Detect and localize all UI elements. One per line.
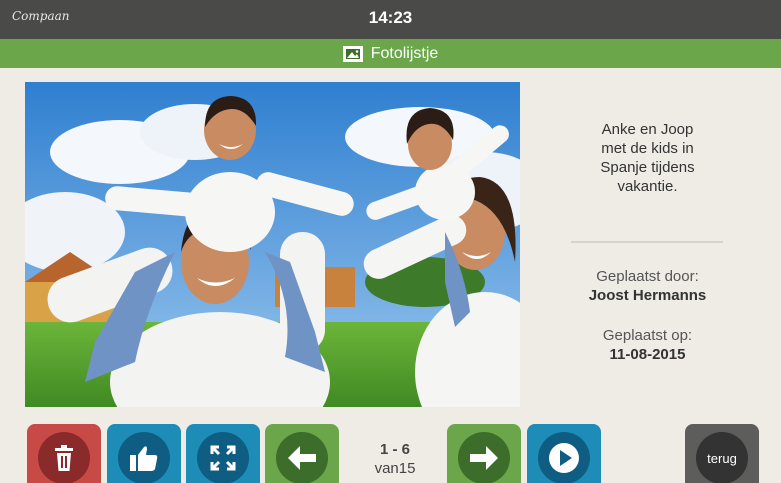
family-photo[interactable] — [25, 82, 520, 407]
next-button-circle — [458, 432, 510, 483]
posted-by-label: Geplaatst door: — [596, 268, 699, 285]
posted-by-value: Joost Hermanns — [588, 287, 707, 304]
previous-button[interactable] — [265, 424, 339, 483]
delete-button-circle — [38, 432, 90, 483]
trash-icon — [55, 445, 73, 471]
pager: 1 - 6 van15 — [355, 440, 435, 478]
caption-line: met de kids in — [601, 140, 694, 157]
back-button-circle: terug — [696, 432, 748, 483]
fullscreen-button[interactable] — [186, 424, 260, 483]
photo-icon — [342, 45, 363, 62]
posted-on-label: Geplaatst op: — [602, 327, 693, 344]
title-bar: Fotolijstje — [0, 39, 781, 68]
divider — [571, 241, 723, 243]
posted-on-value: 11-08-2015 — [609, 346, 686, 363]
back-button-label: terug — [707, 450, 737, 466]
caption-line: vakantie. — [617, 178, 678, 195]
back-button[interactable]: terug — [685, 424, 759, 483]
like-button-circle — [118, 432, 170, 483]
clock: 14:23 — [368, 8, 413, 27]
pager-range: 1 - 6 — [379, 441, 410, 458]
like-button[interactable] — [107, 424, 181, 483]
next-button[interactable] — [447, 424, 521, 483]
slideshow-play-button[interactable] — [527, 424, 601, 483]
thumbs-up-icon — [130, 446, 158, 471]
arrow-right-icon — [470, 446, 498, 470]
fullscreen-button-circle — [197, 432, 249, 483]
expand-icon — [210, 445, 236, 471]
photo-caption: Anke en Joop met de kids in Spanje tijde… — [560, 120, 735, 196]
play-button-circle — [538, 432, 590, 483]
previous-button-circle — [276, 432, 328, 483]
delete-button[interactable] — [27, 424, 101, 483]
pager-total: van15 — [374, 460, 416, 477]
caption-line: Anke en Joop — [601, 121, 694, 138]
app-window: Compaan 14:23 Fotolijstje Anke en Joop m… — [0, 0, 781, 483]
arrow-left-icon — [288, 446, 316, 470]
caption-line: Spanje tijdens — [600, 159, 695, 176]
page-title: Fotolijstje — [370, 44, 439, 62]
play-icon — [549, 443, 579, 473]
status-bar: Compaan 14:23 — [0, 0, 781, 39]
